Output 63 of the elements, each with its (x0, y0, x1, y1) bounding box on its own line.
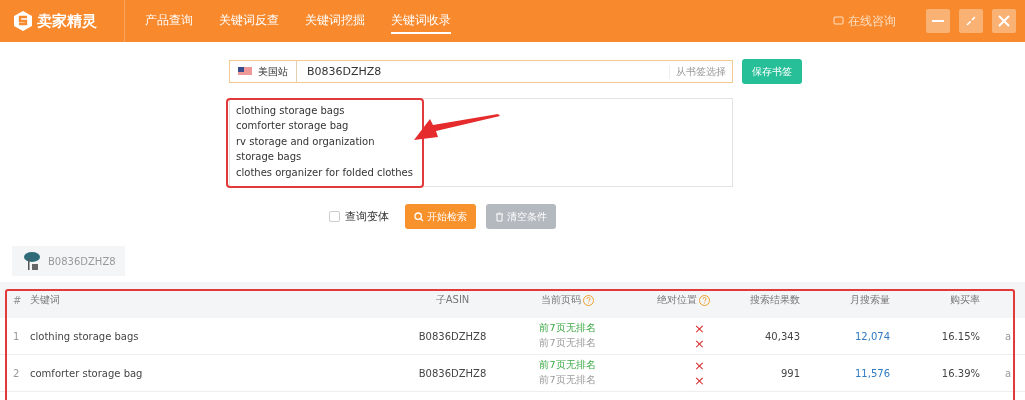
cell-text: a (1004, 330, 1013, 342)
site-label: 美国站 (258, 64, 288, 79)
close-button[interactable] (992, 9, 1016, 33)
keyword-line: clothing storage bags (236, 104, 345, 118)
save-bookmark-button[interactable]: 保存书签 (742, 59, 802, 84)
keyword-line: rv storage and organization (236, 134, 375, 149)
column-header: 当前页码 (505, 293, 630, 307)
minimize-button[interactable] (926, 9, 950, 33)
variant-label: 查询变体 (345, 209, 389, 224)
nav-tab[interactable]: 产品查询 (145, 8, 193, 34)
column-header: 关键词 (30, 293, 61, 307)
cross-mark: × (694, 373, 705, 388)
nav-tab[interactable]: 关键词挖掘 (305, 8, 365, 34)
search-button[interactable]: 开始检索 (405, 204, 476, 229)
keyword-cell-text: comforter storage bag (30, 367, 144, 379)
restore-button[interactable] (959, 9, 983, 33)
row-number: 2 (12, 367, 21, 379)
cell-text: a (1004, 367, 1013, 379)
column-header: 绝对位置 (630, 293, 710, 307)
nav-tab[interactable]: 关键词收录 (391, 8, 451, 34)
search-volume-link[interactable]: 12,074 (800, 330, 890, 342)
result-count: 991 (779, 367, 800, 379)
search-volume-link[interactable]: 11,576 (800, 367, 890, 379)
trash-icon (495, 211, 504, 222)
cross-mark: × (694, 358, 705, 373)
purchase-rate: 16.15% (940, 330, 980, 342)
column-header: 月搜索量 (849, 293, 890, 307)
minimize-icon (932, 20, 944, 22)
rank-status: 前7页无排名 (539, 374, 596, 387)
product-thumbnail-icon (24, 251, 42, 271)
keyword-line: storage bags (236, 150, 302, 165)
search-icon (414, 211, 424, 222)
keyword-line: comforter storage bag (236, 119, 349, 134)
logo-icon (12, 10, 34, 32)
cross-mark: × (694, 336, 705, 351)
rank-status: 前7页无排名 (539, 322, 596, 335)
result-tab[interactable]: B0836DZHZ8 (12, 246, 125, 276)
flag-icon (238, 67, 252, 76)
column-header: # (12, 294, 23, 306)
asin-cell-text: B0836DZHZ8 (417, 330, 488, 342)
consult-link[interactable]: 在线咨询 (848, 12, 896, 30)
row-number: 1 (12, 330, 21, 342)
asin-cell-text: B0836DZHZ8 (417, 367, 488, 379)
asin-search-field[interactable]: 美国站 B0836DZHZ8 从书签选择 (229, 60, 733, 83)
column-header: 购买率 (949, 293, 980, 307)
restore-icon (966, 16, 976, 26)
variant-checkbox[interactable] (329, 211, 340, 222)
keyword-cell-text: clothing storage bags (30, 330, 140, 342)
chat-icon (833, 16, 844, 26)
bookmark-select-button[interactable]: 从书签选择 (669, 64, 732, 79)
logo-text: 卖家精灵 (37, 11, 97, 31)
close-icon (998, 15, 1010, 27)
keyword-line: clothes organizer for folded clothes (236, 165, 413, 180)
cross-mark: × (694, 321, 705, 336)
site-selector[interactable]: 美国站 (230, 61, 297, 82)
rank-status: 前7页无排名 (539, 359, 596, 372)
rank-status: 前7页无排名 (539, 337, 596, 350)
column-header: 搜索结果数 (749, 293, 800, 307)
column-header: 子ASIN (434, 293, 471, 307)
asin-value: B0836DZHZ8 (306, 65, 383, 78)
purchase-rate: 16.39% (940, 367, 980, 379)
result-count: 40,343 (764, 330, 800, 342)
nav-tab[interactable]: 关键词反查 (219, 8, 279, 34)
